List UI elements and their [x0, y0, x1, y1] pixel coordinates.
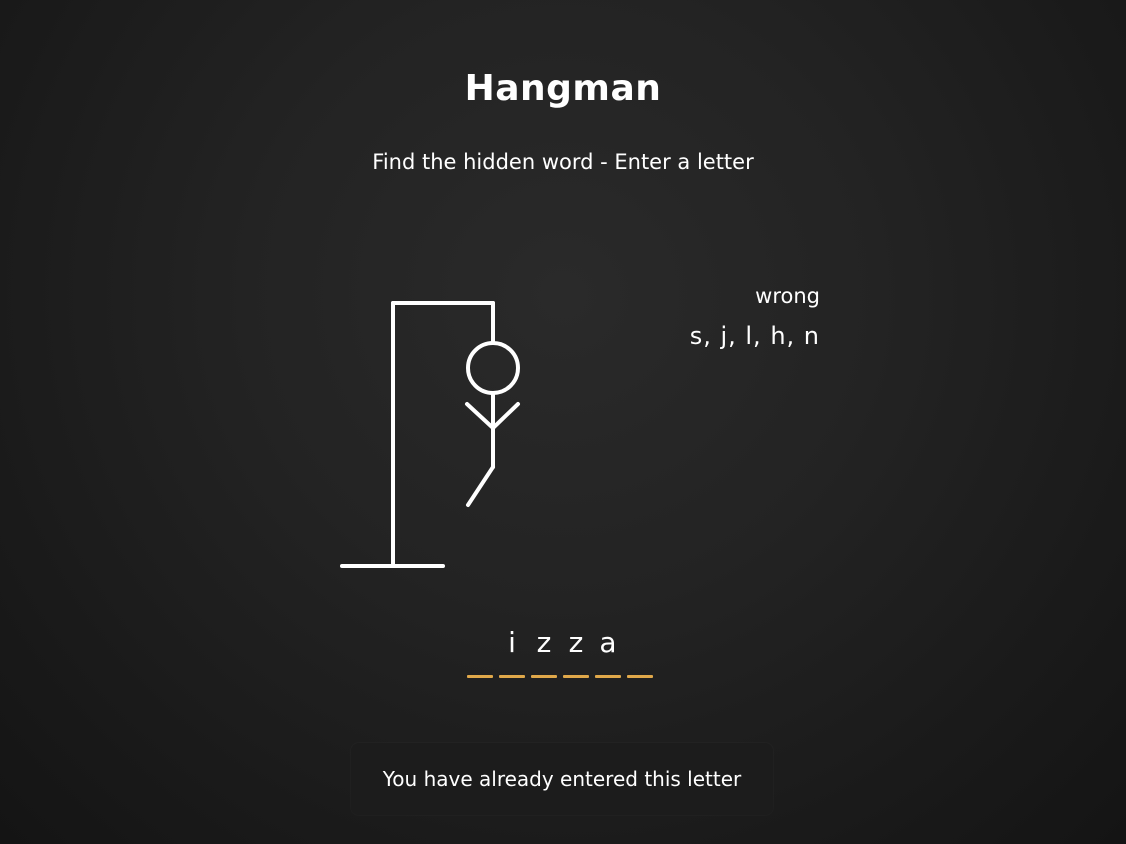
wrong-label: wrong — [755, 284, 820, 308]
letter-slot: z — [531, 625, 557, 678]
letter-slot-char: z — [568, 626, 584, 659]
letter-slot-underline — [595, 675, 621, 678]
letter-slot-underline — [467, 675, 493, 678]
letter-slot — [627, 625, 653, 678]
hangman-left-arm — [465, 402, 495, 430]
letter-slot — [467, 625, 493, 678]
hangman-head — [466, 341, 520, 395]
letter-slot: z — [563, 625, 589, 678]
hangman-left-leg — [466, 465, 495, 507]
letter-slot-char: a — [599, 626, 617, 659]
letter-slot: a — [595, 625, 621, 678]
wrong-letters-panel: wrong s, j, l, h, n — [690, 284, 820, 350]
letter-slot-underline — [627, 675, 653, 678]
hidden-word: i z z a — [467, 625, 653, 678]
letter-slot-underline — [563, 675, 589, 678]
notification-message: You have already entered this letter — [382, 767, 742, 791]
notification-toast: You have already entered this letter — [351, 743, 773, 815]
hangman-right-arm — [491, 402, 520, 430]
letter-slot: i — [499, 625, 525, 678]
letter-slot-underline — [499, 675, 525, 678]
hangman-figure — [335, 295, 535, 580]
letter-slot-char: i — [508, 626, 516, 659]
game-title: Hangman — [464, 68, 662, 109]
letter-slot-underline — [531, 675, 557, 678]
letter-slot-char: z — [536, 626, 552, 659]
game-instructions: Find the hidden word - Enter a letter — [372, 150, 754, 174]
hangman-drawing — [340, 301, 520, 568]
wrong-letters-list: s, j, l, h, n — [689, 322, 820, 350]
